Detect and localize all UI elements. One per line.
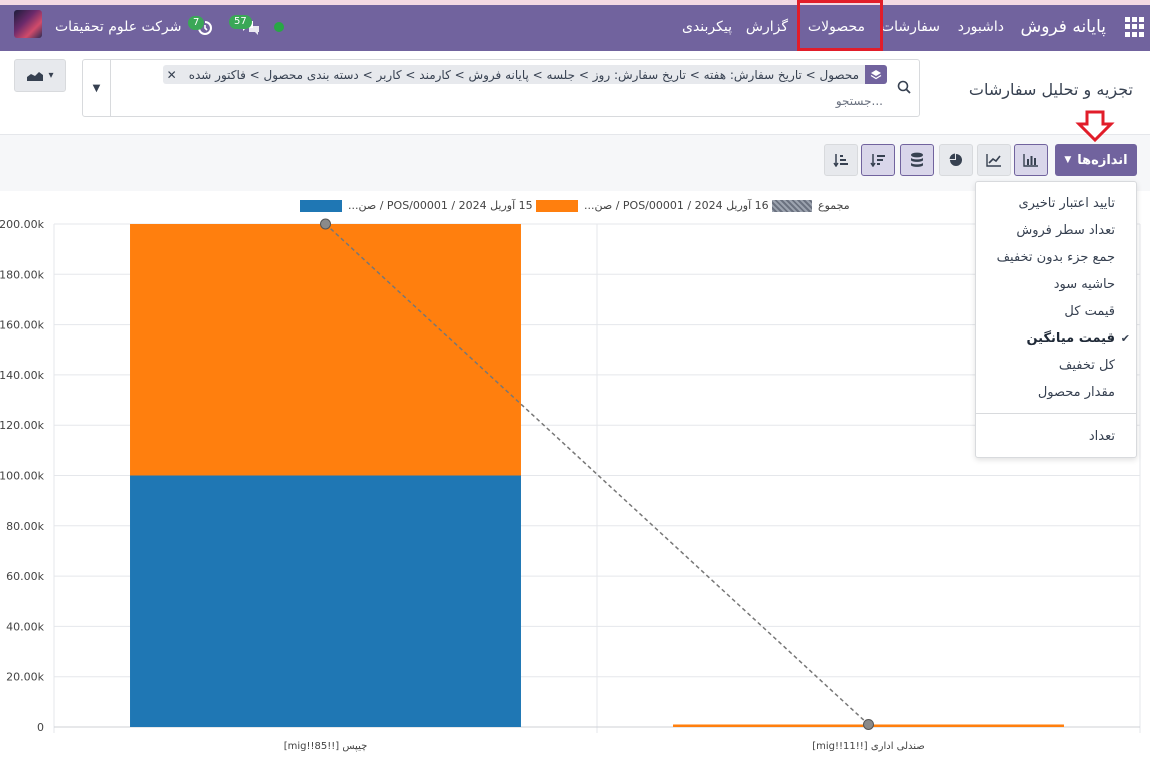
sort-descending-icon	[870, 154, 885, 167]
pie-chart-icon	[949, 153, 962, 166]
menu-reporting[interactable]: گزارش	[746, 19, 788, 35]
app-brand[interactable]: پایانه فروش	[1020, 17, 1106, 37]
y-tick-label: 80.00k	[6, 520, 44, 533]
legend-swatch	[536, 199, 578, 212]
legend-label: 15 آوریل 2024 / POS/00001 / صن...	[348, 199, 533, 212]
stacked-button[interactable]	[900, 144, 934, 176]
sort-ascending-icon	[833, 154, 848, 167]
y-tick-label: 40.00k	[6, 620, 44, 633]
menu-orders[interactable]: سفارشات	[881, 19, 940, 35]
red-arrow-annotation	[1075, 110, 1115, 142]
measures-dropdown: تایید اعتبار تاخیری تعداد سطر فروش جمع ج…	[975, 181, 1137, 458]
measure-item[interactable]: تعداد سطر فروش	[1016, 223, 1115, 238]
bar-chart-icon	[1023, 154, 1038, 167]
area-chart-icon	[27, 71, 44, 81]
y-tick-label: 60.00k	[6, 570, 44, 583]
pie-chart-button[interactable]	[939, 144, 973, 176]
measure-item[interactable]: قیمت کل	[1064, 304, 1115, 319]
bar-1-1	[130, 475, 521, 727]
legend-item-series-2[interactable]: 16 آوریل 2024 / POS/00001 / صن...	[536, 199, 769, 212]
y-tick-label: 140.00k	[0, 369, 45, 382]
measures-label: اندازه‌ها	[1077, 152, 1128, 168]
y-tick-label: 100.00k	[0, 470, 45, 483]
search-icon[interactable]	[897, 80, 911, 94]
user-avatar[interactable]	[14, 10, 42, 38]
caret-down-icon: ▼	[1064, 155, 1072, 165]
legend-label: مجموع	[818, 199, 850, 212]
facet-label: محصول > تاریخ سفارش: هفته > تاریخ سفارش:…	[188, 67, 859, 82]
page-title: تجزیه و تحلیل سفارشات	[968, 80, 1133, 99]
total-point-1	[320, 218, 331, 230]
menu-configuration[interactable]: پیکربندی	[682, 19, 732, 35]
caret-down-icon: ▾	[48, 70, 54, 81]
total-point-2	[863, 718, 874, 730]
bar-chart-button[interactable]	[1014, 144, 1048, 176]
legend-label: 16 آوریل 2024 / POS/00001 / صن...	[584, 199, 769, 212]
measure-item[interactable]: حاشیه سود	[1054, 277, 1115, 292]
x-tick-label: [mig!!11!!] صندلی اداری	[812, 741, 925, 752]
measure-item[interactable]: کل تخفیف	[1059, 358, 1115, 373]
y-tick-label: 180.00k	[0, 268, 45, 281]
dropdown-divider	[976, 413, 1136, 414]
online-status-dot	[274, 22, 284, 32]
check-icon: ✔	[1120, 332, 1130, 345]
products-highlight-box	[797, 0, 883, 51]
menu-dashboard[interactable]: داشبورد	[958, 19, 1004, 35]
measure-item[interactable]: جمع جزء بدون تخفیف	[997, 250, 1115, 265]
measure-item[interactable]: مقدار محصول	[1038, 385, 1115, 400]
groupby-facet[interactable]: محصول > تاریخ سفارش: هفته > تاریخ سفارش:…	[162, 65, 887, 84]
measures-button[interactable]: اندازه‌ها ▼	[1055, 144, 1137, 176]
x-tick-label: [mig!!85!!] چیپس	[284, 741, 368, 752]
y-tick-label: 20.00k	[6, 671, 44, 684]
legend-item-total[interactable]: مجموع	[772, 199, 850, 212]
legend-swatch	[300, 199, 342, 212]
facet-remove-icon[interactable]: ✕	[163, 68, 183, 82]
y-tick-label: 0	[37, 721, 44, 734]
y-tick-label: 120.00k	[0, 419, 45, 432]
search-options-toggle[interactable]: ▼	[83, 60, 111, 116]
ascending-sort-button[interactable]	[824, 144, 858, 176]
measure-item-selected[interactable]: قیمت میانگین	[1026, 331, 1115, 346]
caret-down-icon: ▼	[92, 82, 101, 94]
activity-badge: 7	[188, 16, 205, 30]
descending-sort-button[interactable]	[861, 144, 895, 176]
measure-item[interactable]: تایید اعتبار تاخیری	[1018, 196, 1115, 211]
legend-swatch	[772, 199, 812, 212]
company-name[interactable]: شرکت علوم تحقیقات	[55, 19, 181, 35]
layers-icon	[865, 65, 887, 84]
chart-type-dropdown[interactable]: ▾	[14, 59, 66, 92]
database-stack-icon	[911, 152, 923, 167]
search-input[interactable]: جستجو...	[836, 94, 883, 108]
line-chart-button[interactable]	[977, 144, 1011, 176]
y-tick-label: 160.00k	[0, 319, 45, 332]
search-box[interactable]: ▼ محصول > تاریخ سفارش: هفته > تاریخ سفار…	[82, 59, 920, 117]
line-chart-icon	[986, 154, 1001, 167]
apps-menu-icon[interactable]	[1124, 17, 1144, 37]
legend-item-series-1[interactable]: 15 آوریل 2024 / POS/00001 / صن...	[300, 199, 533, 212]
messages-badge: 57	[229, 15, 252, 29]
measure-item-count[interactable]: تعداد	[1089, 429, 1115, 444]
y-tick-label: 200.00k	[0, 218, 45, 231]
